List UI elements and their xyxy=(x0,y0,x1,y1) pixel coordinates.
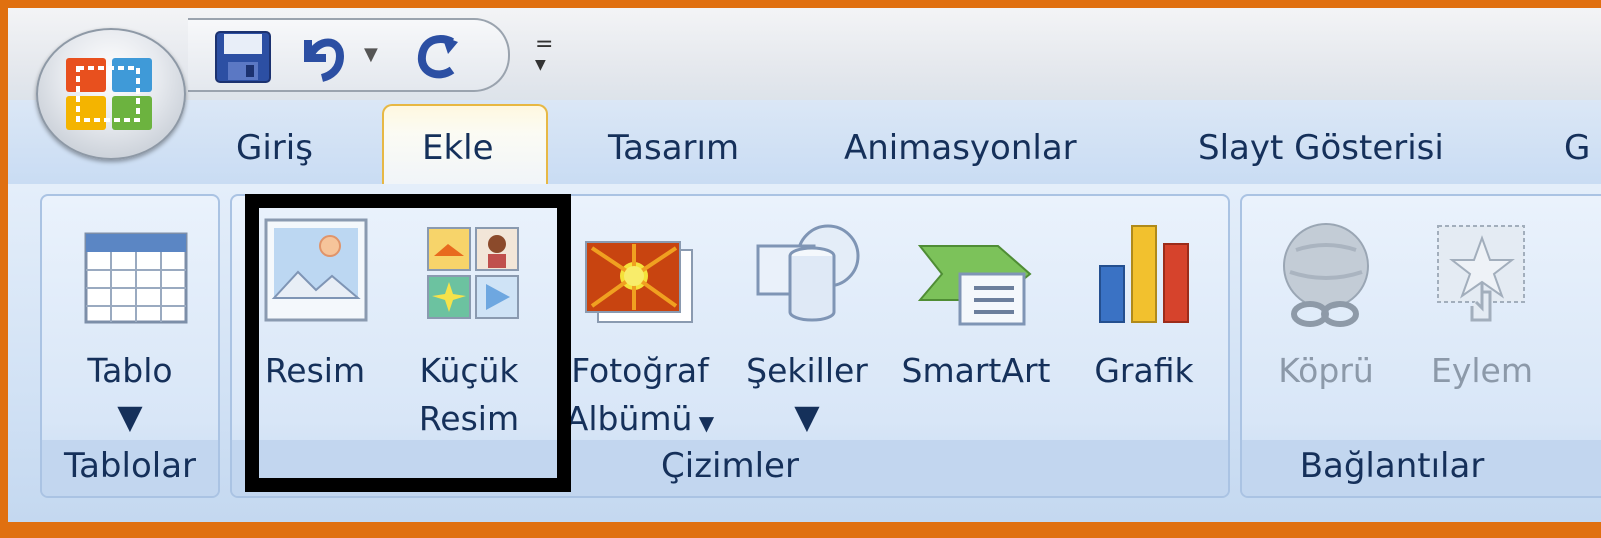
smartart-label: SmartArt xyxy=(901,351,1051,390)
chart-icon xyxy=(1099,225,1189,323)
chevron-down-icon: ▼ xyxy=(692,411,715,435)
eylem-label: Eylem xyxy=(1431,351,1533,390)
kopru-button[interactable]: Köprü xyxy=(1256,206,1396,436)
eylem-button[interactable]: Eylem xyxy=(1422,206,1542,436)
office-logo-icon xyxy=(66,58,152,130)
hyperlink-icon xyxy=(1283,223,1369,327)
resim-label: Resim xyxy=(264,351,366,390)
sekiller-button[interactable]: Şekiller ▼ xyxy=(740,206,874,436)
fotograf-label-line2: Albümü ▼ xyxy=(558,396,722,446)
redo-icon[interactable] xyxy=(412,30,468,84)
group-tablolar: Tablolar Tablo ▼ xyxy=(40,194,220,498)
tab-tasarim[interactable]: Tasarım xyxy=(608,128,739,168)
smartart-icon xyxy=(918,245,1032,326)
group-cizimler: Çizimler Resim Küçük Resim Fotoğraf Albü… xyxy=(230,194,1230,498)
tablo-label: Tablo xyxy=(87,351,173,390)
grafik-label: Grafik xyxy=(1094,351,1194,390)
kucuk-label-line1: Küçük xyxy=(419,351,519,390)
shapes-icon xyxy=(756,224,860,322)
kopru-label: Köprü xyxy=(1278,351,1374,390)
group-baglantilar: Bağlantılar Köprü Eylem xyxy=(1240,194,1601,498)
smartart-button[interactable]: SmartArt xyxy=(896,206,1056,436)
sekiller-label: Şekiller xyxy=(746,351,868,390)
tab-animasyonlar[interactable]: Animasyonlar xyxy=(844,128,1077,168)
tab-giris[interactable]: Giriş xyxy=(236,128,313,168)
kucuk-label-line2: Resim xyxy=(418,399,520,438)
chevron-down-icon: ▼ xyxy=(794,397,820,436)
customize-qat-icon[interactable]: = ▼ xyxy=(535,34,553,74)
save-icon[interactable] xyxy=(214,30,272,84)
photo-album-icon xyxy=(585,241,693,323)
undo-dropdown-icon[interactable]: ▼ xyxy=(364,44,378,65)
fotograf-albumu-button[interactable]: Fotoğraf Albümü ▼ xyxy=(558,206,722,438)
tab-ekle[interactable]: Ekle xyxy=(422,128,494,168)
tab-partial[interactable]: G xyxy=(1564,128,1590,168)
kucuk-resim-button[interactable]: Küçük Resim xyxy=(404,206,534,438)
group-label-cizimler: Çizimler xyxy=(661,446,799,486)
group-label-baglantilar: Bağlantılar xyxy=(1299,446,1485,486)
office-button[interactable] xyxy=(36,28,186,160)
fotograf-albumu-label: Albümü xyxy=(565,399,693,438)
chevron-down-icon: ▼ xyxy=(117,397,143,436)
group-label-tablolar: Tablolar xyxy=(63,446,197,486)
clipart-icon xyxy=(427,227,519,319)
resim-button[interactable]: Resim xyxy=(256,206,374,436)
picture-icon xyxy=(264,218,368,322)
action-icon xyxy=(1437,225,1525,322)
fotograf-label-line1: Fotoğraf xyxy=(571,351,709,390)
undo-icon[interactable] xyxy=(296,30,356,84)
table-icon xyxy=(84,232,188,324)
grafik-button[interactable]: Grafik xyxy=(1084,206,1204,436)
tab-slayt-gosterisi[interactable]: Slayt Gösterisi xyxy=(1198,128,1444,168)
app-window: ▼ = ▼ Giriş Ekle Tasarım Animasyonlar Sla… xyxy=(8,8,1601,522)
tablo-button[interactable]: Tablo ▼ xyxy=(46,206,214,436)
